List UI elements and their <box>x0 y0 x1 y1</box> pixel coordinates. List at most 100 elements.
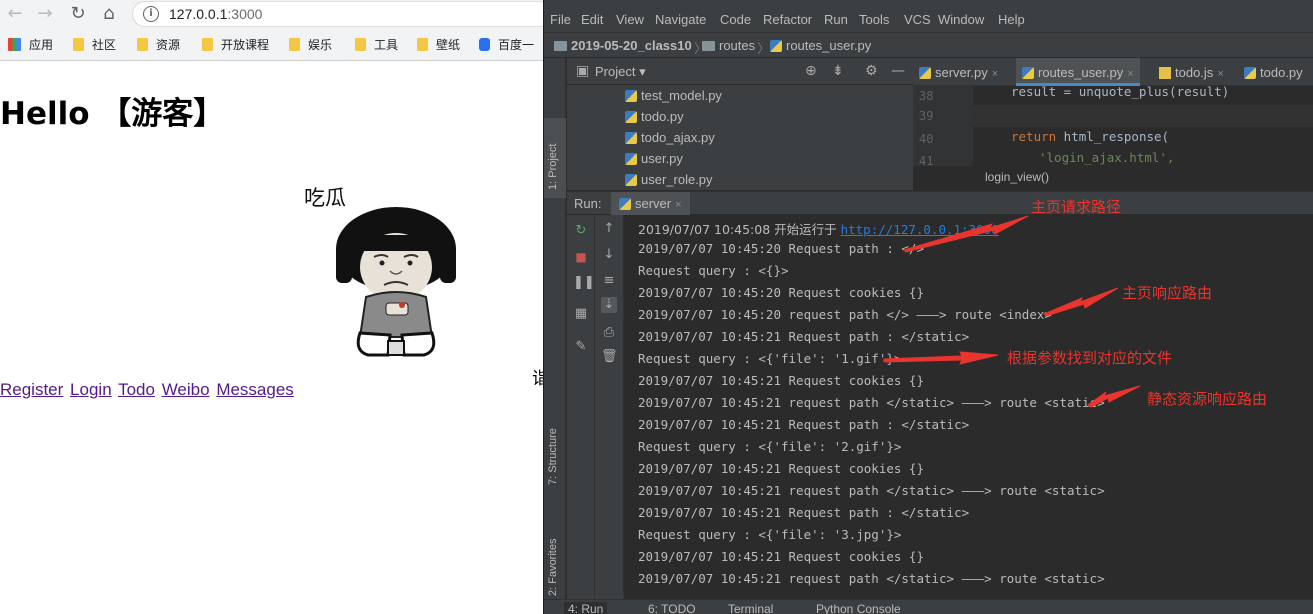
breadcrumb-file[interactable]: routes_user.py <box>770 38 871 53</box>
editor-breadcrumb[interactable]: login_view() <box>985 170 1049 184</box>
console-url-link[interactable]: http://127.0.0.1:3000 <box>841 222 999 237</box>
menu-window[interactable]: Window <box>938 12 984 27</box>
address-bar[interactable]: i 127.0.0.1:3000 <box>132 1 543 27</box>
terminal-tool-tab[interactable]: Terminal <box>728 602 773 614</box>
bookmark-resources[interactable]: 资源 <box>137 37 180 53</box>
collapse-icon[interactable]: ⇟ <box>832 63 844 79</box>
console-line: 2019/07/07 10:45:21 Request path : </sta… <box>638 505 970 520</box>
nav-links: Register Login Todo Weibo Messages <box>0 380 296 400</box>
reload-button[interactable]: ↻ <box>66 2 90 26</box>
run-label: Run: <box>574 196 602 211</box>
editor-tab-todo-js[interactable]: todo.js × <box>1153 58 1230 86</box>
tree-file[interactable]: test_model.py <box>625 88 722 103</box>
menu-code[interactable]: Code <box>720 12 751 27</box>
menu-help[interactable]: Help <box>998 12 1025 27</box>
code-line-38[interactable]: result = unquote_plus(result) <box>1011 84 1229 99</box>
console-line: 2019/07/07 10:45:21 Request cookies {} <box>638 461 924 476</box>
console-line: Request query : <{'file': '2.gif'}> <box>638 439 902 454</box>
project-view-icon: ▣ <box>576 63 590 79</box>
favorites-tool-tab[interactable]: 2: Favorites <box>544 508 566 598</box>
project-panel-header: ▣ Project ▾ ⊕ ⇟ ⚙ — <box>567 58 913 85</box>
menu-refactor[interactable]: Refactor <box>763 12 812 27</box>
pause-icon[interactable]: ❚❚ <box>573 275 595 291</box>
annotation-label: 静态资源响应路由 <box>1147 390 1268 408</box>
messages-link[interactable]: Messages <box>216 380 293 399</box>
python-file-icon <box>919 67 931 79</box>
breadcrumb-routes[interactable]: routes <box>702 38 755 53</box>
tree-file[interactable]: todo_ajax.py <box>625 130 715 145</box>
menu-edit[interactable]: Edit <box>581 12 603 27</box>
menu-vcs[interactable]: VCS <box>904 12 931 27</box>
trash-icon[interactable]: 🗑 <box>601 349 618 365</box>
console-line: Request query : <{'file': '3.jpg'}> <box>638 527 902 542</box>
menu-file[interactable]: File <box>550 12 571 27</box>
console-line: 2019/07/07 10:45:21 request path </stati… <box>638 395 1105 410</box>
folder-icon <box>202 38 213 51</box>
menu-run[interactable]: Run <box>824 12 848 27</box>
close-icon[interactable]: × <box>992 68 998 80</box>
locate-icon[interactable]: ⊕ <box>805 63 817 79</box>
run-tool-tab[interactable]: 4: Run <box>564 602 608 614</box>
down-arrow-icon[interactable]: ↓ <box>601 247 617 263</box>
editor-tab-server[interactable]: server.py × <box>913 58 1004 86</box>
editor-tabs: server.py × routes_user.py × todo.js × todo… <box>913 58 1313 86</box>
close-icon[interactable]: × <box>675 199 681 211</box>
project-tool-tab[interactable]: 1: Project <box>544 118 566 198</box>
structure-tool-tab[interactable]: 7: Structure <box>544 403 566 488</box>
bookmark-entertainment[interactable]: 娱乐 <box>289 37 332 53</box>
close-icon[interactable]: × <box>1127 68 1133 80</box>
print-icon[interactable]: ⎙ <box>601 325 617 341</box>
annotation-label: 主页响应路由 <box>1122 284 1213 302</box>
console-line: 2019/07/07 10:45:21 Request cookies {} <box>638 373 924 388</box>
bookmark-baidu[interactable]: 百度一 <box>479 37 534 53</box>
rerun-icon[interactable]: ↻ <box>573 223 589 239</box>
layout-icon[interactable]: ▦ <box>573 306 589 322</box>
forward-button[interactable]: → <box>33 2 57 26</box>
run-tab-server[interactable]: server × <box>611 192 690 215</box>
code-line-41[interactable]: 'login_ajax.html', <box>1039 150 1174 165</box>
current-line-highlight <box>973 105 1313 127</box>
console-line: 2019/07/07 10:45:21 Request path : </sta… <box>638 329 970 344</box>
folder-icon <box>355 38 366 51</box>
soft-wrap-icon[interactable]: ≡ <box>601 273 617 289</box>
todo-link[interactable]: Todo <box>118 380 155 399</box>
up-arrow-icon[interactable]: ↑ <box>601 221 617 237</box>
back-button[interactable]: ← <box>3 2 27 26</box>
menu-tools[interactable]: Tools <box>859 12 889 27</box>
register-link[interactable]: Register <box>0 380 63 399</box>
tree-file[interactable]: user.py <box>625 151 683 166</box>
login-link[interactable]: Login <box>70 380 112 399</box>
close-icon[interactable]: × <box>1217 68 1223 80</box>
folder-icon <box>137 38 148 51</box>
info-icon[interactable]: i <box>143 6 159 22</box>
scroll-to-end-icon[interactable]: ⇣ <box>601 297 617 313</box>
project-view-selector[interactable]: Project ▾ <box>595 64 646 80</box>
home-button[interactable]: ⌂ <box>97 2 121 26</box>
bookmark-open-courses[interactable]: 开放课程 <box>202 37 269 53</box>
stop-icon[interactable]: ■ <box>573 249 589 265</box>
bookmark-tools[interactable]: 工具 <box>355 37 398 53</box>
pin-icon[interactable]: ✎ <box>573 339 589 355</box>
bookmark-apps[interactable]: 应用 <box>8 37 53 53</box>
tree-file[interactable]: todo.py <box>625 109 684 124</box>
python-console-tool-tab[interactable]: Python Console <box>816 602 901 614</box>
clipped-text: 诣 <box>532 369 543 389</box>
bookmark-wallpaper[interactable]: 壁纸 <box>417 37 460 53</box>
minimize-icon[interactable]: — <box>891 63 905 79</box>
editor-tab-routes-user[interactable]: routes_user.py × <box>1016 58 1140 86</box>
menu-view[interactable]: View <box>616 12 644 27</box>
weibo-link[interactable]: Weibo <box>162 380 210 399</box>
editor-tab-todo-py[interactable]: todo.py <box>1238 58 1309 86</box>
line-number: 38 <box>919 89 934 103</box>
menu-navigate[interactable]: Navigate <box>655 12 706 27</box>
ide-title-strip <box>544 0 1313 8</box>
todo-tool-tab[interactable]: 6: TODO <box>648 602 696 614</box>
breadcrumb-project[interactable]: 2019-05-20_class10 <box>554 38 692 53</box>
code-line-40[interactable]: return html_response( <box>1011 129 1169 144</box>
folder-icon <box>289 38 300 51</box>
bookmark-community[interactable]: 社区 <box>73 37 116 53</box>
tree-file[interactable]: user_role.py <box>625 172 713 187</box>
gear-icon[interactable]: ⚙ <box>865 63 878 79</box>
menu-bar: File Edit View Navigate Code Refactor Ru… <box>544 8 1313 32</box>
project-panel: ▣ Project ▾ ⊕ ⇟ ⚙ — test_model.py todo.p… <box>567 58 913 190</box>
